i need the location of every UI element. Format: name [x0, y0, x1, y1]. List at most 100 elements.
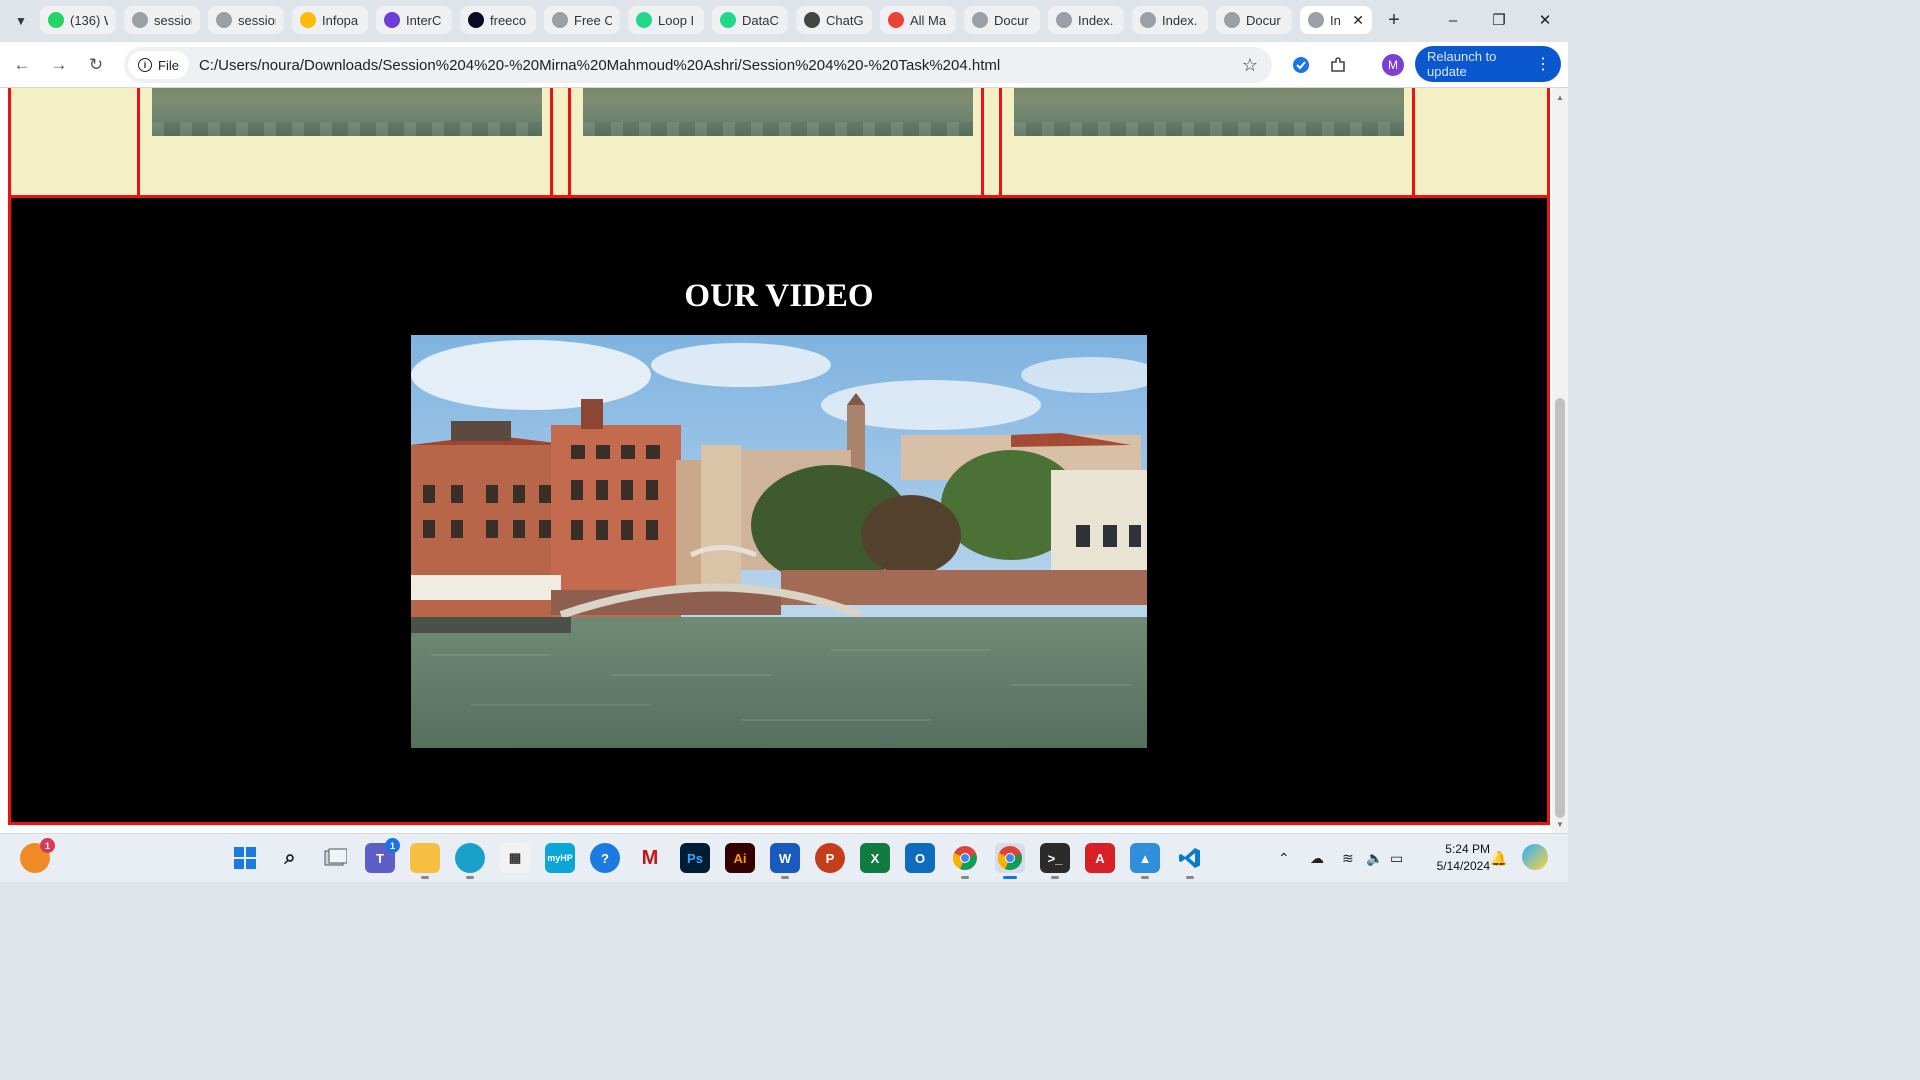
browser-tabstrip: ▼ (136) W session session Infopa InterC freec…	[0, 0, 1568, 42]
microsoft-store-icon[interactable]: ▦	[500, 843, 530, 873]
browser-tab[interactable]: DataC	[712, 6, 788, 34]
browser-tab[interactable]: Free C	[544, 6, 620, 34]
gallery-photo	[152, 88, 542, 136]
browser-tab[interactable]: session	[208, 6, 284, 34]
search-icon[interactable]: ⌕	[275, 843, 305, 873]
firefox-icon[interactable]: 1	[20, 838, 55, 873]
teams-icon[interactable]: T 1	[365, 838, 400, 873]
system-clock[interactable]: 5:24 PM 5/14/2024	[1420, 841, 1490, 875]
powerpoint-icon[interactable]: P	[815, 843, 845, 873]
tab-title: Free C	[574, 12, 612, 28]
tab-title: session	[154, 12, 192, 28]
freecodecamp-icon	[468, 12, 484, 28]
show-hidden-icons-chevron-icon[interactable]: ⌃	[1278, 834, 1290, 883]
tab-title: Loop I	[658, 12, 695, 28]
tab-title: Index.	[1078, 12, 1114, 28]
help-icon[interactable]: ?	[590, 843, 620, 873]
browser-tab[interactable]: InterC	[376, 6, 452, 34]
notification-badge: 1	[40, 838, 55, 853]
pycharm-icon	[720, 12, 736, 28]
running-indicator	[1141, 876, 1149, 879]
url-text[interactable]: C:/Users/noura/Downloads/Session%204%20-…	[199, 57, 1000, 74]
edge-icon[interactable]	[455, 843, 485, 879]
close-tab-icon[interactable]: ✕	[1352, 12, 1364, 29]
relaunch-to-update-button[interactable]: Relaunch to update ⋮	[1415, 46, 1561, 82]
browser-tab[interactable]: Loop I	[628, 6, 704, 34]
excel-icon[interactable]: X	[860, 843, 890, 873]
photoshop-icon[interactable]: Ps	[680, 843, 710, 873]
browser-tab[interactable]: Docur	[964, 6, 1040, 34]
restore-button[interactable]: ❐	[1476, 0, 1522, 40]
info-icon: i	[138, 58, 152, 72]
acrobat-icon[interactable]: A	[1085, 843, 1115, 873]
new-tab-button[interactable]: +	[1380, 6, 1408, 34]
bookmark-star-icon[interactable]: ☆	[1242, 55, 1258, 76]
globe-icon	[216, 12, 232, 28]
tab-title: freeco	[490, 12, 527, 28]
browser-tab[interactable]: session	[124, 6, 200, 34]
photos-icon[interactable]: ▲	[1130, 843, 1160, 879]
close-window-button[interactable]: ✕	[1522, 0, 1568, 40]
extensions-puzzle-icon[interactable]	[1324, 51, 1352, 79]
tab-title: Docur	[994, 12, 1029, 28]
volume-icon[interactable]: 🔈	[1366, 834, 1383, 883]
chrome-profile-icon[interactable]	[995, 843, 1025, 879]
extension-pinned-icon[interactable]	[1287, 51, 1315, 79]
browser-tab[interactable]: Docur	[1216, 6, 1292, 34]
running-indicator	[1051, 876, 1059, 879]
video-player[interactable]	[411, 335, 1147, 748]
outlook-icon[interactable]: O	[905, 843, 935, 873]
wifi-icon[interactable]: ≋	[1342, 834, 1354, 883]
mcafee-icon[interactable]: M	[635, 843, 665, 873]
browser-tab[interactable]: Index.	[1132, 6, 1208, 34]
browser-tab[interactable]: Infopa	[292, 6, 368, 34]
reload-icon[interactable]: ↻	[82, 51, 110, 79]
browser-tab[interactable]: Index.	[1048, 6, 1124, 34]
notifications-bell-icon[interactable]: 🔔	[1490, 834, 1507, 883]
browser-tab[interactable]: freeco	[460, 6, 536, 34]
running-indicator	[1186, 876, 1194, 879]
minimize-button[interactable]: –	[1430, 0, 1476, 40]
site-info-chip[interactable]: i File	[128, 51, 189, 79]
scroll-up-arrow-icon[interactable]: ▲	[1552, 90, 1568, 104]
browser-toolbar: ← → ↻ i File C:/Users/noura/Downloads/Se…	[0, 42, 1568, 88]
address-bar[interactable]: i File C:/Users/noura/Downloads/Session%…	[124, 47, 1272, 83]
browser-tab[interactable]: ChatG	[796, 6, 872, 34]
terminal-icon[interactable]: >_	[1040, 843, 1070, 879]
scheme-label: File	[158, 57, 179, 73]
profile-avatar[interactable]: M	[1382, 54, 1404, 76]
page-content: OUR VIDEO	[0, 88, 1552, 833]
video-section: OUR VIDEO	[8, 195, 1550, 825]
battery-icon[interactable]: ▭	[1390, 834, 1403, 883]
browser-tab[interactable]: All Ma	[880, 6, 956, 34]
running-indicator	[781, 876, 789, 879]
page-scrollbar[interactable]: ▲ ▼	[1552, 88, 1568, 833]
gallery-photo	[1014, 88, 1404, 136]
active-indicator	[1003, 876, 1017, 879]
illustrator-icon[interactable]: Ai	[725, 843, 755, 873]
onedrive-icon[interactable]: ☁	[1310, 834, 1324, 883]
tab-title: Index.	[1162, 12, 1198, 28]
more-menu-icon[interactable]: ⋮	[1535, 54, 1551, 74]
file-explorer-icon[interactable]	[410, 843, 440, 879]
vscode-icon[interactable]	[1175, 843, 1205, 879]
tab-title: session	[238, 12, 276, 28]
clock-date: 5/14/2024	[1436, 859, 1490, 873]
tab-title: ChatG	[826, 12, 864, 28]
google-drive-icon	[300, 12, 316, 28]
scrollbar-thumb[interactable]	[1555, 398, 1565, 818]
word-icon[interactable]: W	[770, 843, 800, 879]
tab-search-chevron-icon[interactable]: ▼	[8, 8, 34, 34]
back-arrow-icon[interactable]: ←	[8, 51, 36, 79]
copilot-icon[interactable]	[1522, 844, 1548, 870]
browser-tab[interactable]: (136) W	[40, 6, 116, 34]
running-indicator	[961, 876, 969, 879]
scroll-down-arrow-icon[interactable]: ▼	[1552, 817, 1568, 831]
browser-tab-active[interactable]: In ✕	[1300, 6, 1372, 34]
myhp-icon[interactable]: myHP	[545, 843, 575, 873]
globe-icon	[1224, 12, 1240, 28]
forward-arrow-icon[interactable]: →	[45, 51, 73, 79]
chrome-icon[interactable]	[950, 843, 980, 879]
windows-start-icon[interactable]	[230, 843, 260, 873]
task-view-icon[interactable]	[320, 843, 350, 873]
